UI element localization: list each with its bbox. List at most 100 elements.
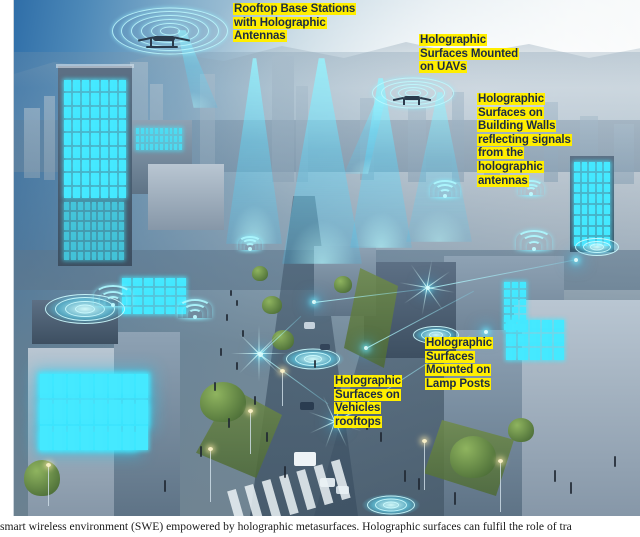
annotation-line: Antennas [233,30,287,43]
pedestrian [254,396,256,405]
pedestrian [554,470,556,482]
lamp-post [498,459,503,512]
annotation-line: rooftops [334,415,382,428]
annotation-holographic-surfaces-building-walls: Holographic Surfaces on Building Walls r… [477,93,572,188]
pedestrian [418,478,420,490]
annotation-line: on UAVs [419,61,468,74]
rooftop-holographic-disc [574,238,620,256]
crosswalk-stripe [313,464,334,506]
tree [24,460,60,496]
page-root: Rooftop Base Stations with Holographic A… [0,0,640,537]
annotation-line: Lamp Posts [425,377,492,390]
pedestrian [266,432,268,442]
pedestrian [284,466,286,478]
vehicle [304,322,315,329]
signal-burst [231,325,287,382]
annotation-holographic-surfaces-uav: Holographic Surfaces Mounted on UAVs [419,34,520,75]
annotation-line: antennas [477,174,529,187]
mid-left-block [148,164,224,230]
tree [334,276,352,293]
annotation-line: Surfaces on [334,388,401,401]
skyline-tower [24,108,40,178]
right-tower-windows [574,162,610,246]
annotation-line: Holographic [425,337,493,349]
pedestrian [380,432,382,442]
pedestrian [236,300,238,306]
figure-caption: smart wireless environment (SWE) empower… [0,521,640,537]
wifi-signal-icon [430,180,460,198]
tree [200,382,246,422]
lamp-post [280,369,285,406]
lamp-post [422,439,427,490]
drone-leg [418,99,420,105]
annotation-line: from the [477,147,525,160]
street-holographic-disc [282,348,344,370]
drone-skid [146,46,178,48]
pedestrian [228,418,230,428]
tree [262,296,282,314]
wifi-signal-icon [94,285,132,307]
crosswalk-stripe [296,469,317,511]
pedestrian [164,480,166,492]
pedestrian [220,348,222,356]
annotation-holographic-surfaces-lamp-posts: Holographic Surfaces Mounted on Lamp Pos… [425,337,493,391]
lamp-post [248,409,253,454]
annotation-rooftop-base-stations: Rooftop Base Stations with Holographic A… [233,3,357,44]
pedestrian [454,492,456,505]
pedestrian [236,362,238,370]
crosswalk-stripe [244,484,265,516]
annotation-line: Holographic [477,93,545,105]
annotation-line: Rooftop Base Stations [233,3,357,15]
annotation-line: Vehicles [334,402,382,415]
tree [450,436,496,478]
vehicle-van [294,452,316,466]
pedestrian [230,290,232,296]
vehicle [320,344,330,350]
annotation-line: Building Walls [477,120,557,133]
annotation-line: Surfaces [425,350,475,363]
tree [252,266,268,281]
mesh-node [484,330,488,334]
lamp-post [46,463,51,506]
tower-window-grid [64,80,126,198]
mid-right-glow-windows [504,282,526,330]
pedestrian [242,330,244,337]
skyline-tower [272,56,294,182]
signal-burst [399,259,455,316]
pedestrian [226,314,228,321]
tower-roof-edge [56,64,134,68]
wifi-signal-icon [178,299,212,319]
figure-image: Rooftop Base Stations with Holographic A… [13,0,640,516]
pedestrian [200,446,202,457]
wifi-signal-icon [516,230,552,251]
wifi-signal-icon [238,236,262,251]
vehicle [300,402,314,410]
annotation-line: Holographic [334,375,402,387]
annotation-line: holographic [477,160,544,173]
crosswalk-stripe [261,479,282,516]
facade-window-grid [40,374,148,450]
crosswalk-stripe [330,459,351,501]
pedestrian [214,382,216,391]
annotation-line: Surfaces on [477,106,544,119]
skyline-tower [614,124,634,184]
pedestrian [570,482,572,494]
annotation-line: with Holographic [233,16,327,29]
crosswalk-stripe [279,474,299,516]
uav-drone [137,26,191,50]
annotation-line: Surfaces Mounted [419,47,520,60]
tree [508,418,534,442]
skyline-tower [44,96,55,180]
caption-text: smart wireless environment (SWE) empower… [0,521,572,533]
pedestrian [314,360,316,368]
annotation-line: reflecting signals [477,133,572,146]
mid-block-windows [136,128,182,150]
annotation-holographic-surfaces-vehicles: Holographic Surfaces on Vehicles rooftop… [334,375,402,429]
pedestrian [614,456,616,467]
lamp-post [208,447,213,502]
tower-lower-window-grid [64,202,124,260]
drone-leg [403,99,405,105]
pedestrian [404,470,406,482]
annotation-line: Mounted on [425,364,492,377]
annotation-line: Holographic [419,34,487,46]
